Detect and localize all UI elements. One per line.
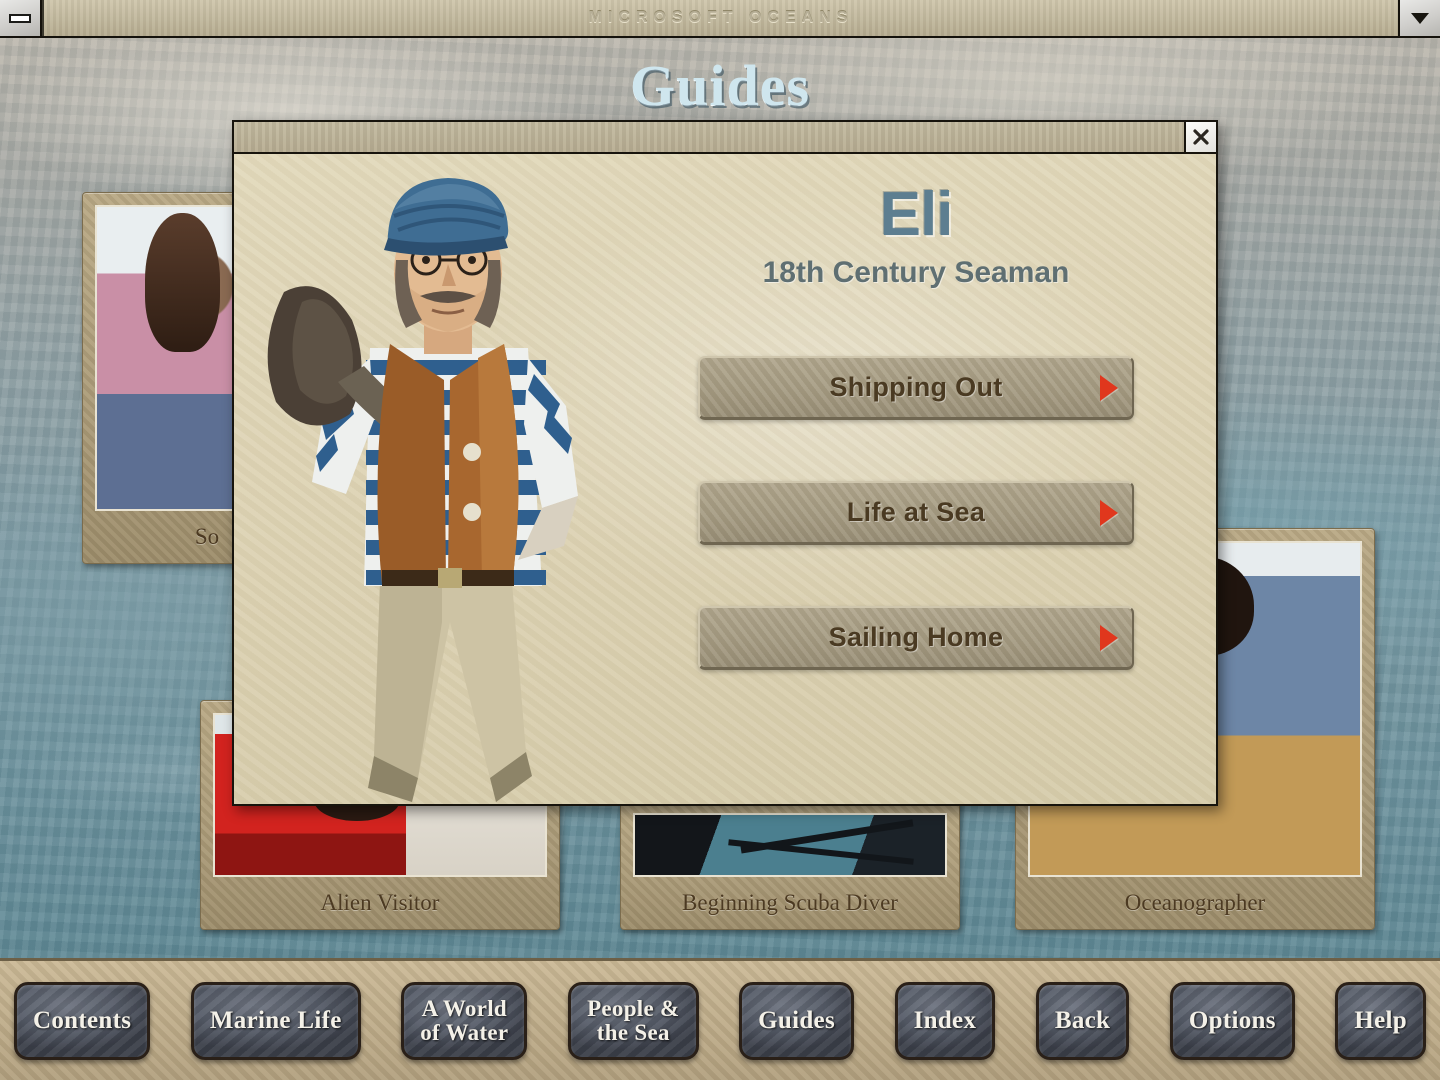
nav-button-options[interactable]: Options [1169, 981, 1295, 1060]
nav-label: Guides [758, 1006, 835, 1034]
card-beginning-scuba-diver[interactable]: Beginning Scuba Diver [620, 800, 960, 930]
window-title: MICROSOFT OCEANS [42, 0, 1398, 36]
nav-button-back[interactable]: Back [1035, 981, 1130, 1060]
window-title-text: MICROSOFT OCEANS [588, 9, 854, 26]
play-arrow-icon [1100, 624, 1118, 651]
window-title-bar: MICROSOFT OCEANS [0, 0, 1440, 38]
nav-button-a-world-of-water[interactable]: A World of Water [401, 981, 528, 1060]
nav-button-marine-life[interactable]: Marine Life [190, 981, 361, 1060]
nav-button-contents[interactable]: Contents [14, 981, 151, 1060]
card-caption: Oceanographer [1124, 890, 1266, 915]
nav-button-people-and-the-sea[interactable]: People & the Sea [568, 981, 699, 1060]
guide-role: 18th Century Seaman [762, 256, 1070, 289]
card-thumbnail [633, 813, 947, 877]
dialog-body: Eli 18th Century Seaman Shipping Out Lif… [234, 154, 1216, 804]
guide-info-panel: Eli 18th Century Seaman Shipping Out Lif… [646, 154, 1216, 804]
scuba-diver-illustration [635, 815, 945, 875]
nav-label: Index [913, 1006, 977, 1034]
nav-label: A World of Water [420, 995, 509, 1045]
seaman-illustration [267, 178, 578, 802]
nav-button-help[interactable]: Help [1335, 981, 1426, 1060]
nav-label: Help [1354, 1006, 1407, 1034]
nav-label: Options [1188, 1006, 1276, 1034]
close-icon [1193, 129, 1209, 145]
topic-label: Life at Sea [846, 497, 986, 527]
close-button[interactable] [1184, 122, 1216, 152]
minimize-icon [9, 13, 31, 23]
guide-name: Eli [879, 180, 954, 249]
topic-label: Sailing Home [828, 622, 1004, 652]
nav-label: People & the Sea [587, 995, 680, 1045]
nav-button-guides[interactable]: Guides [739, 981, 854, 1060]
guide-detail-dialog: Eli 18th Century Seaman Shipping Out Lif… [232, 120, 1218, 806]
eli-seaman-portrait [234, 154, 646, 804]
dialog-title-bar [234, 122, 1216, 154]
chevron-down-icon [1411, 12, 1429, 24]
topic-button-sailing-home[interactable]: Sailing Home [698, 606, 1134, 670]
oceans-app-window: MICROSOFT OCEANS Guides So Alien Visitor… [0, 0, 1440, 1080]
play-arrow-icon [1100, 499, 1118, 526]
nav-button-index[interactable]: Index [894, 981, 996, 1060]
card-caption: Alien Visitor [320, 890, 440, 915]
nav-label: Back [1054, 1006, 1111, 1034]
minimize-button[interactable] [0, 0, 42, 36]
nav-label: Contents [33, 1006, 132, 1034]
card-caption: Beginning Scuba Diver [682, 890, 898, 915]
play-arrow-icon [1100, 374, 1118, 401]
restore-button[interactable] [1398, 0, 1440, 36]
topic-label: Shipping Out [829, 372, 1003, 402]
topic-button-life-at-sea[interactable]: Life at Sea [698, 481, 1134, 545]
nav-label: Marine Life [209, 1006, 342, 1034]
bottom-navigation-bar: Contents Marine Life A World of Water Pe… [0, 958, 1440, 1080]
page-title: Guides [629, 53, 811, 118]
topic-button-shipping-out[interactable]: Shipping Out [698, 356, 1134, 420]
